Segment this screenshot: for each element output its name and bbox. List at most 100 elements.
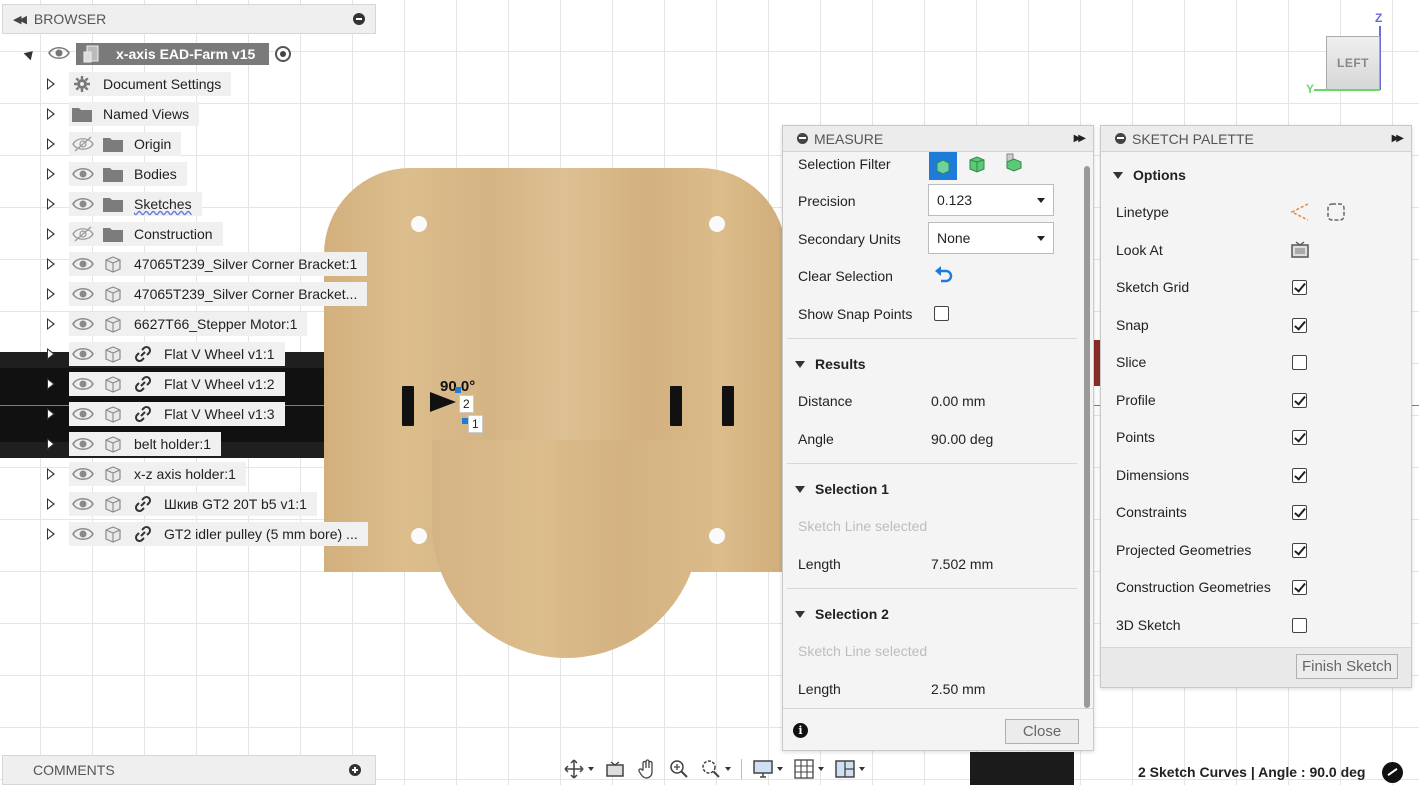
look-at-button[interactable] <box>1289 239 1311 264</box>
mount-hole[interactable] <box>411 528 427 544</box>
eye-icon[interactable] <box>72 433 94 455</box>
selection2-section-header[interactable]: Selection 2 <box>795 606 889 622</box>
browser-minimize-icon[interactable] <box>353 13 365 25</box>
viewports-button[interactable] <box>831 756 868 782</box>
eye-icon[interactable] <box>72 253 94 275</box>
expand-triangle-icon[interactable] <box>47 198 55 210</box>
pan-button[interactable] <box>633 756 661 782</box>
chevron-down-icon[interactable] <box>777 767 783 771</box>
eye-icon[interactable] <box>72 343 94 365</box>
option-checkbox[interactable] <box>1292 317 1307 333</box>
slot[interactable] <box>722 386 734 426</box>
status-edit-icon[interactable] <box>1382 762 1403 783</box>
root-chip[interactable]: x-axis EAD-Farm v15 <box>48 42 292 66</box>
browser-item[interactable]: Bodies <box>0 159 380 189</box>
active-radio-icon[interactable] <box>275 46 292 62</box>
expand-triangle-icon[interactable] <box>47 348 55 360</box>
add-comment-icon[interactable] <box>349 764 361 776</box>
measure-scrollbar[interactable] <box>1084 166 1090 708</box>
collapse-triangle-icon[interactable] <box>23 47 37 61</box>
option-checkbox[interactable] <box>1292 467 1307 483</box>
eye-icon[interactable] <box>72 193 94 215</box>
info-icon[interactable]: i <box>793 723 808 738</box>
expand-triangle-icon[interactable] <box>47 108 55 120</box>
eye-icon[interactable] <box>48 45 70 64</box>
centerline-linetype-button[interactable] <box>1325 201 1347 226</box>
eye-hidden-icon[interactable] <box>72 223 94 245</box>
chevron-down-icon[interactable] <box>859 767 865 771</box>
sketch-palette-panel[interactable]: SKETCH PALETTE ▶▶ Options Linetype Look … <box>1100 125 1412 688</box>
option-checkbox[interactable] <box>1292 580 1307 595</box>
clear-selection-button[interactable] <box>933 265 955 288</box>
show-snap-points-checkbox[interactable] <box>934 306 949 321</box>
browser-item-chip[interactable]: Flat V Wheel v1:1 <box>69 342 285 366</box>
browser-item[interactable]: x-z axis holder:1 <box>0 459 380 489</box>
option-checkbox[interactable] <box>1292 505 1307 520</box>
expand-triangle-icon[interactable] <box>47 168 55 180</box>
browser-item[interactable]: Flat V Wheel v1:1 <box>0 339 380 369</box>
eye-icon[interactable] <box>72 493 94 515</box>
browser-item[interactable]: 6627T66_Stepper Motor:1 <box>0 309 380 339</box>
browser-item[interactable]: 47065T239_Silver Corner Bracket... <box>0 279 380 309</box>
measure-minimize-icon[interactable] <box>797 133 808 144</box>
root-document[interactable]: x-axis EAD-Farm v15 <box>76 43 270 65</box>
browser-item-chip[interactable]: Sketches <box>69 192 202 216</box>
slot[interactable] <box>402 386 414 426</box>
viewcube[interactable]: LEFT <box>1326 36 1380 90</box>
browser-item-chip[interactable]: 6627T66_Stepper Motor:1 <box>69 312 308 336</box>
expand-triangle-icon[interactable] <box>47 258 55 270</box>
expand-triangle-icon[interactable] <box>47 408 55 420</box>
selection1-section-header[interactable]: Selection 1 <box>795 481 889 497</box>
browser-item[interactable]: Construction <box>0 219 380 249</box>
option-checkbox[interactable] <box>1292 392 1307 408</box>
palette-minimize-icon[interactable] <box>1115 133 1126 144</box>
expand-triangle-icon[interactable] <box>47 228 55 240</box>
browser-item-chip[interactable]: 47065T239_Silver Corner Bracket... <box>69 282 368 306</box>
option-checkbox[interactable] <box>1292 430 1307 445</box>
mount-hole[interactable] <box>411 216 427 232</box>
mount-hole[interactable] <box>709 216 725 232</box>
construction-linetype-button[interactable] <box>1289 201 1311 226</box>
chevron-down-icon[interactable] <box>818 767 824 771</box>
secondary-units-select[interactable]: None <box>928 222 1054 254</box>
slot[interactable] <box>670 386 682 426</box>
browser-item[interactable]: Sketches <box>0 189 380 219</box>
eye-icon[interactable] <box>72 403 94 425</box>
options-section-header[interactable]: Options <box>1113 167 1186 183</box>
expand-triangle-icon[interactable] <box>47 528 55 540</box>
expand-triangle-icon[interactable] <box>47 138 55 150</box>
comments-bar[interactable]: COMMENTS <box>2 755 376 785</box>
eye-hidden-icon[interactable] <box>72 133 94 155</box>
filter-component-button[interactable] <box>1003 152 1023 175</box>
mount-hole[interactable] <box>709 528 725 544</box>
expand-triangle-icon[interactable] <box>47 378 55 390</box>
expand-triangle-icon[interactable] <box>47 498 55 510</box>
browser-item-chip[interactable]: Bodies <box>69 162 187 186</box>
chevron-down-icon[interactable] <box>588 767 594 771</box>
browser-item[interactable]: Шкив GT2 20T b5 v1:1 <box>0 489 380 519</box>
zoom-window-button[interactable] <box>697 756 734 782</box>
zoom-button[interactable] <box>665 756 693 782</box>
filter-body-button[interactable] <box>967 154 987 177</box>
browser-root[interactable]: x-axis EAD-Farm v15 <box>0 39 380 69</box>
expand-triangle-icon[interactable] <box>47 468 55 480</box>
browser-item-chip[interactable]: Origin <box>69 132 182 156</box>
eye-icon[interactable] <box>72 313 94 335</box>
orbit-button[interactable] <box>560 756 597 782</box>
finish-sketch-button[interactable]: Finish Sketch <box>1296 654 1398 679</box>
browser-item[interactable]: Document Settings <box>0 69 380 99</box>
eye-icon[interactable] <box>72 523 94 545</box>
browser-item-chip[interactable]: x-z axis holder:1 <box>69 462 246 486</box>
grid-settings-button[interactable] <box>790 756 827 782</box>
option-checkbox[interactable] <box>1292 355 1307 370</box>
palette-header[interactable]: SKETCH PALETTE ▶▶ <box>1101 126 1411 152</box>
expand-triangle-icon[interactable] <box>47 78 55 90</box>
eye-icon[interactable] <box>72 163 94 185</box>
browser-item-chip[interactable]: Шкив GT2 20T b5 v1:1 <box>69 492 317 516</box>
eye-icon[interactable] <box>72 283 94 305</box>
look-at-tool-button[interactable] <box>601 756 629 782</box>
expand-triangle-icon[interactable] <box>47 288 55 300</box>
wood-plate-lobe[interactable] <box>432 440 700 658</box>
browser-item[interactable]: Named Views <box>0 99 380 129</box>
expand-triangle-icon[interactable] <box>47 318 55 330</box>
